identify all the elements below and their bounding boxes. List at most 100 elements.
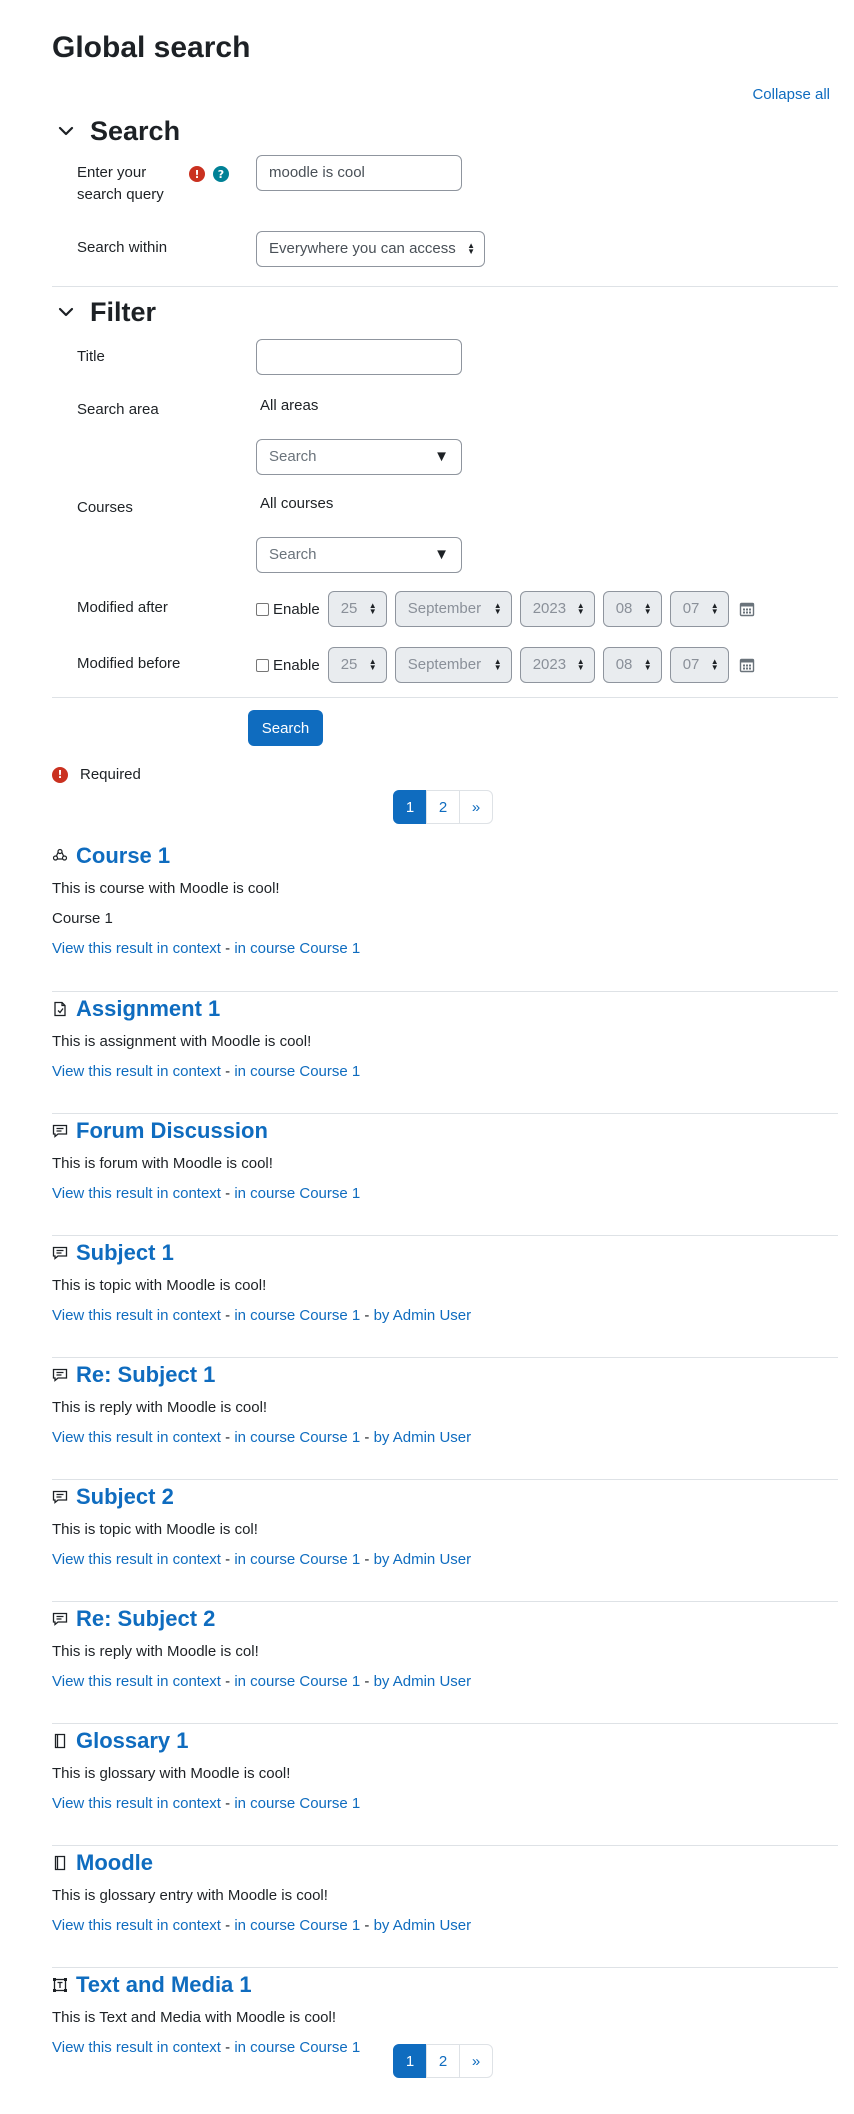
result-meta: View this result in context - in course … — [52, 1671, 838, 1693]
minute-select[interactable]: 07 ▲ ▼ — [669, 591, 729, 627]
view-in-context-link[interactable]: View this result in context — [52, 940, 221, 957]
separator: - — [220, 1063, 235, 1080]
query-label: Enter your search query — [77, 164, 164, 203]
hour-select[interactable]: 08 ▲ ▼ — [602, 647, 662, 683]
result-title-link[interactable]: Assignment 1 — [76, 996, 220, 1022]
author-link[interactable]: by Admin User — [374, 1551, 472, 1568]
year-select[interactable]: 2023 ▲ ▼ — [519, 591, 595, 627]
minute-select[interactable]: 07 ▲ ▼ — [669, 647, 729, 683]
checkbox[interactable] — [256, 602, 269, 616]
result-header: Subject 1 — [52, 1239, 838, 1267]
author-link[interactable]: by Admin User — [374, 1673, 472, 1690]
separator: - — [220, 1185, 235, 1202]
course-link[interactable]: in course Course 1 — [234, 1429, 360, 1446]
result-title-link[interactable]: Course 1 — [76, 843, 170, 869]
view-in-context-link[interactable]: View this result in context — [52, 1429, 221, 1446]
result-snippet: This is topic with Moodle is cool! — [52, 1277, 267, 1294]
view-in-context-link[interactable]: View this result in context — [52, 1063, 221, 1080]
result-snippet: This is Text and Media with Moodle is co… — [52, 2009, 337, 2026]
view-in-context-link[interactable]: View this result in context — [52, 1307, 221, 1324]
search-result: Assignment 1 This is assignment with Mood… — [52, 995, 838, 1083]
result-title-link[interactable]: Glossary 1 — [76, 1728, 189, 1754]
year-select[interactable]: 2023 ▲ ▼ — [519, 647, 595, 683]
search-result: Moodle This is glossary entry with Moodle… — [52, 1849, 838, 1937]
month-select[interactable]: September ▲ ▼ — [394, 591, 512, 627]
checkbox[interactable] — [256, 658, 269, 672]
view-in-context-link[interactable]: View this result in context — [52, 1551, 221, 1568]
result-title-link[interactable]: Re: Subject 2 — [76, 1606, 215, 1632]
page-link-1[interactable]: 1 — [393, 790, 427, 824]
dropdown-triangle-icon[interactable]: ▼ — [434, 440, 449, 474]
divider — [52, 697, 838, 698]
result-title-link[interactable]: Subject 1 — [76, 1240, 174, 1266]
divider — [52, 1479, 838, 1480]
page-next[interactable]: » — [459, 790, 493, 824]
result-snippet: Course 1 — [52, 910, 113, 927]
modified-after-enable[interactable]: Enable — [256, 601, 320, 618]
result-title-link[interactable]: Moodle — [76, 1850, 153, 1876]
result-title-link[interactable]: Forum Discussion — [76, 1118, 268, 1144]
result-title-link[interactable]: Re: Subject 1 — [76, 1362, 215, 1388]
page-link-2[interactable]: 2 — [426, 2044, 460, 2078]
course-link[interactable]: in course Course 1 — [234, 1551, 360, 1568]
search-result: Re: Subject 1 This is reply with Moodle i… — [52, 1361, 838, 1449]
divider — [52, 1967, 838, 1968]
course-link[interactable]: in course Course 1 — [234, 1185, 360, 1202]
search-section-toggle[interactable]: Search — [56, 114, 180, 148]
view-in-context-link[interactable]: View this result in context — [52, 2039, 221, 2056]
result-title-link[interactable]: Text and Media 1 — [76, 1972, 252, 1998]
search-result: Glossary 1 This is glossary with Moodle i… — [52, 1727, 838, 1815]
select-arrows-icon: ▲ ▼ — [493, 601, 502, 616]
courses-autocomplete[interactable]: Search ▼ — [256, 537, 462, 573]
filter-section-heading: Filter — [90, 297, 157, 327]
author-link[interactable]: by Admin User — [374, 1307, 472, 1324]
course-link[interactable]: in course Course 1 — [234, 1673, 360, 1690]
select-arrows-icon: ▲ ▼ — [576, 601, 585, 616]
author-link[interactable]: by Admin User — [374, 1429, 472, 1446]
day-select[interactable]: 25 ▲ ▼ — [327, 647, 387, 683]
search-area-autocomplete[interactable]: Search ▼ — [256, 439, 462, 475]
dropdown-triangle-icon[interactable]: ▼ — [434, 538, 449, 572]
search-within-select[interactable]: Everywhere you can access ▲ ▼ — [256, 231, 485, 267]
result-meta: View this result in context - in course … — [52, 1793, 838, 1815]
result-snippet: This is topic with Moodle is col! — [52, 1521, 258, 1538]
calendar-icon[interactable] — [739, 657, 755, 673]
modified-before-label: Modified before — [77, 655, 181, 672]
result-title-link[interactable]: Subject 2 — [76, 1484, 174, 1510]
hour-select[interactable]: 08 ▲ ▼ — [602, 591, 662, 627]
separator: - — [220, 1429, 235, 1446]
search-query-input[interactable]: moodle is cool — [256, 155, 462, 191]
required-icon: ! — [52, 766, 68, 783]
select-arrows-icon: ▲ ▼ — [368, 657, 377, 672]
author-link[interactable]: by Admin User — [374, 1917, 472, 1934]
divider — [52, 1601, 838, 1602]
search-button[interactable]: Search — [248, 710, 323, 746]
month-select[interactable]: September ▲ ▼ — [394, 647, 512, 683]
course-link[interactable]: in course Course 1 — [234, 1307, 360, 1324]
course-link[interactable]: in course Course 1 — [234, 940, 360, 957]
required-icon: ! — [189, 166, 205, 182]
view-in-context-link[interactable]: View this result in context — [52, 1795, 221, 1812]
search-result: Forum Discussion This is forum with Moodl… — [52, 1117, 838, 1205]
collapse-all-link[interactable]: Collapse all — [752, 86, 830, 103]
result-meta: View this result in context - in course … — [52, 1305, 838, 1327]
day-select[interactable]: 25 ▲ ▼ — [327, 591, 387, 627]
view-in-context-link[interactable]: View this result in context — [52, 1917, 221, 1934]
course-link[interactable]: in course Course 1 — [234, 2039, 360, 2056]
help-icon[interactable]: ? — [213, 166, 229, 182]
separator: - — [220, 1551, 235, 1568]
filter-section-toggle[interactable]: Filter — [56, 295, 156, 329]
divider — [52, 1845, 838, 1846]
course-link[interactable]: in course Course 1 — [234, 1795, 360, 1812]
page-link-2[interactable]: 2 — [426, 790, 460, 824]
page-title: Global search — [52, 31, 251, 64]
course-link[interactable]: in course Course 1 — [234, 1063, 360, 1080]
modified-before-enable[interactable]: Enable — [256, 657, 320, 674]
page-next[interactable]: » — [459, 2044, 493, 2078]
page-link-1[interactable]: 1 — [393, 2044, 427, 2078]
view-in-context-link[interactable]: View this result in context — [52, 1673, 221, 1690]
calendar-icon[interactable] — [739, 601, 755, 617]
view-in-context-link[interactable]: View this result in context — [52, 1185, 221, 1202]
course-link[interactable]: in course Course 1 — [234, 1917, 360, 1934]
title-input[interactable] — [256, 339, 462, 375]
